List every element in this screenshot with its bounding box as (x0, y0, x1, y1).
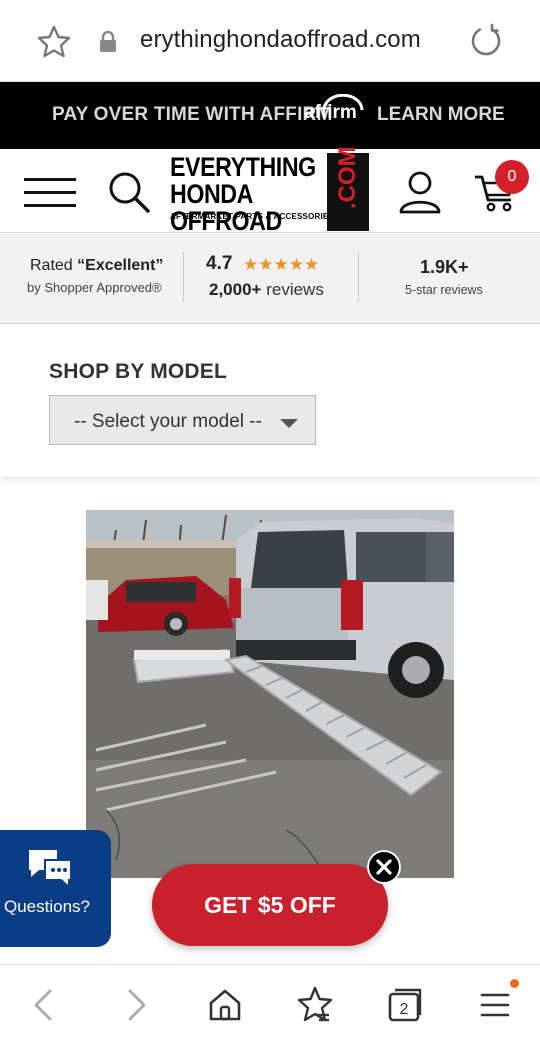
bookmarks-star-icon[interactable] (295, 985, 335, 1025)
learn-more-link[interactable]: LEARN MORE (377, 104, 505, 126)
affirm-logo: affirm (304, 94, 364, 124)
model-select[interactable]: -- Select your model -- (49, 395, 316, 445)
close-icon[interactable] (367, 850, 401, 884)
shopper-approved-text: by Shopper Approved® (27, 280, 162, 295)
chat-bubble-icon (29, 850, 72, 890)
logo-line1: EVERYTHING (170, 152, 316, 182)
affirm-arc-icon (322, 94, 364, 111)
shop-by-model-title: SHOP BY MODEL (49, 360, 228, 383)
divider (183, 252, 184, 302)
chevron-down-icon (280, 419, 298, 428)
account-icon[interactable] (398, 169, 442, 215)
logo-tagline: AFTERMARKET PARTS & ACCESSORIES (170, 212, 334, 221)
reviews-count-text: 2,000+ reviews (209, 280, 324, 300)
menu-icon[interactable] (476, 985, 516, 1025)
five-star-label: 5-star reviews (405, 283, 483, 297)
logo-line2: HONDA OFFROAD (170, 179, 282, 236)
logo-com-block: .COM (327, 146, 369, 231)
five-star-count: 1.9K+ (420, 257, 469, 277)
back-icon[interactable] (24, 985, 64, 1025)
browser-bottom-nav: 2 (0, 964, 540, 1044)
affirm-banner[interactable]: PAY OVER TIME WITH AFFIRM affirm LEARN M… (0, 82, 540, 149)
reviews-count: 2,000+ (209, 280, 262, 299)
divider (358, 252, 359, 302)
tabs-icon[interactable]: 2 (385, 985, 425, 1025)
reviews-label: reviews (261, 280, 324, 299)
product-image[interactable] (86, 510, 454, 878)
menu-icon[interactable] (24, 176, 78, 208)
rating-score: 4.7 (206, 253, 233, 274)
get-5-off-button[interactable]: GET $5 OFF (152, 864, 388, 946)
reload-icon[interactable] (468, 23, 504, 59)
rating-stars-icon: ★★★★★ (243, 255, 320, 274)
search-icon[interactable] (106, 169, 152, 215)
url-text[interactable]: erythinghondaoffroad.com (140, 26, 421, 54)
site-header: EVERYTHING HONDA OFFROAD AFTERMARKET PAR… (0, 146, 540, 235)
logo-com-text: .COM (334, 146, 361, 209)
cart-count-badge[interactable]: 0 (495, 160, 529, 194)
rated-value: “Excellent” (77, 257, 164, 274)
questions-chat-button[interactable]: Questions? (0, 830, 111, 947)
questions-label: Questions? (4, 897, 90, 916)
tab-count: 2 (400, 1001, 409, 1018)
get-5-off-label: GET $5 OFF (204, 892, 336, 918)
notification-dot (510, 979, 519, 988)
rating-bar: Rated “Excellent” by Shopper Approved® 4… (0, 234, 540, 324)
forward-icon[interactable] (116, 985, 156, 1025)
browser-url-bar: erythinghondaoffroad.com (0, 0, 540, 82)
model-select-value: -- Select your model -- (74, 411, 262, 432)
lock-icon (100, 30, 116, 52)
shop-by-model-section: SHOP BY MODEL -- Select your model -- (0, 325, 540, 477)
product-photo (86, 510, 454, 878)
rated-prefix: Rated (30, 257, 78, 274)
rated-excellent-text: Rated “Excellent” (30, 257, 163, 275)
home-icon[interactable] (205, 985, 245, 1025)
affirm-pay-text: PAY OVER TIME WITH AFFIRM (52, 104, 333, 125)
site-logo[interactable]: EVERYTHING HONDA OFFROAD AFTERMARKET PAR… (170, 146, 370, 235)
bookmark-star-icon[interactable] (36, 24, 72, 60)
